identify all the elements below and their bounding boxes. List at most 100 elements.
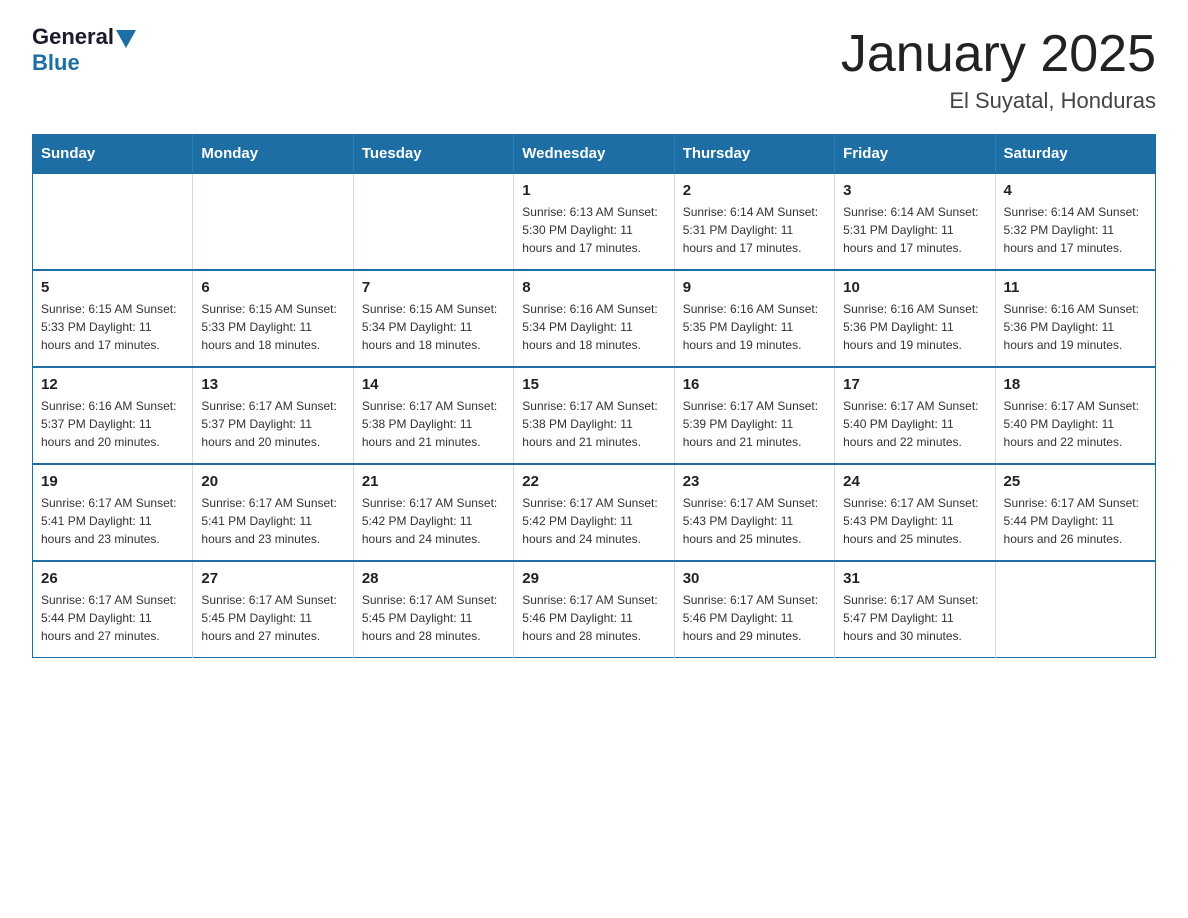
day-number: 18 xyxy=(1004,376,1147,393)
calendar-cell xyxy=(995,561,1155,658)
header-saturday: Saturday xyxy=(995,135,1155,174)
calendar-cell: 24 Sunrise: 6:17 AM Sunset: 5:43 PM Dayli… xyxy=(835,464,995,561)
day-info: Sunrise: 6:17 AM Sunset: 5:44 PM Dayligh… xyxy=(1004,494,1147,548)
calendar-cell: 18 Sunrise: 6:17 AM Sunset: 5:40 PM Dayli… xyxy=(995,367,1155,464)
day-info: Sunrise: 6:17 AM Sunset: 5:44 PM Dayligh… xyxy=(41,591,184,645)
day-info: Sunrise: 6:17 AM Sunset: 5:47 PM Dayligh… xyxy=(843,591,986,645)
calendar-cell: 5 Sunrise: 6:15 AM Sunset: 5:33 PM Daylig… xyxy=(33,270,193,367)
calendar-cell: 21Sunrise: 6:17 AM Sunset: 5:42 PM Dayli… xyxy=(353,464,513,561)
day-info: Sunrise: 6:17 AM Sunset: 5:39 PM Dayligh… xyxy=(683,397,826,451)
day-number: 17 xyxy=(843,376,986,393)
day-number: 30 xyxy=(683,570,826,587)
calendar-header-row: SundayMondayTuesdayWednesdayThursdayFrid… xyxy=(33,135,1156,174)
calendar-cell: 22 Sunrise: 6:17 AM Sunset: 5:42 PM Dayli… xyxy=(514,464,674,561)
calendar-week-4: 19Sunrise: 6:17 AM Sunset: 5:41 PM Dayli… xyxy=(33,464,1156,561)
day-number: 2 xyxy=(683,182,826,199)
day-number: 23 xyxy=(683,473,826,490)
calendar-cell: 31 Sunrise: 6:17 AM Sunset: 5:47 PM Dayli… xyxy=(835,561,995,658)
day-number: 29 xyxy=(522,570,665,587)
day-number: 31 xyxy=(843,570,986,587)
calendar-cell: 17 Sunrise: 6:17 AM Sunset: 5:40 PM Dayli… xyxy=(835,367,995,464)
day-number: 16 xyxy=(683,376,826,393)
logo-general-text: General xyxy=(32,24,114,50)
day-info: Sunrise: 6:17 AM Sunset: 5:41 PM Dayligh… xyxy=(201,494,344,548)
calendar-cell: 26 Sunrise: 6:17 AM Sunset: 5:44 PM Dayli… xyxy=(33,561,193,658)
calendar-cell: 25Sunrise: 6:17 AM Sunset: 5:44 PM Dayli… xyxy=(995,464,1155,561)
day-number: 7 xyxy=(362,279,505,296)
day-number: 11 xyxy=(1004,279,1147,296)
calendar-cell: 20 Sunrise: 6:17 AM Sunset: 5:41 PM Dayli… xyxy=(193,464,353,561)
header-sunday: Sunday xyxy=(33,135,193,174)
day-info: Sunrise: 6:16 AM Sunset: 5:36 PM Dayligh… xyxy=(1004,300,1147,354)
day-info: Sunrise: 6:17 AM Sunset: 5:38 PM Dayligh… xyxy=(362,397,505,451)
day-info: Sunrise: 6:17 AM Sunset: 5:40 PM Dayligh… xyxy=(843,397,986,451)
day-number: 20 xyxy=(201,473,344,490)
day-info: Sunrise: 6:16 AM Sunset: 5:34 PM Dayligh… xyxy=(522,300,665,354)
calendar-cell: 4Sunrise: 6:14 AM Sunset: 5:32 PM Daylig… xyxy=(995,173,1155,270)
calendar-cell xyxy=(353,173,513,270)
day-info: Sunrise: 6:17 AM Sunset: 5:43 PM Dayligh… xyxy=(843,494,986,548)
calendar-cell: 14 Sunrise: 6:17 AM Sunset: 5:38 PM Dayli… xyxy=(353,367,513,464)
day-number: 6 xyxy=(201,279,344,296)
page-subtitle: El Suyatal, Honduras xyxy=(841,88,1156,114)
calendar-cell: 29 Sunrise: 6:17 AM Sunset: 5:46 PM Dayli… xyxy=(514,561,674,658)
day-number: 24 xyxy=(843,473,986,490)
day-number: 21 xyxy=(362,473,505,490)
calendar-cell xyxy=(193,173,353,270)
calendar-table: SundayMondayTuesdayWednesdayThursdayFrid… xyxy=(32,134,1156,658)
day-number: 22 xyxy=(522,473,665,490)
day-info: Sunrise: 6:17 AM Sunset: 5:41 PM Dayligh… xyxy=(41,494,184,548)
calendar-cell: 8 Sunrise: 6:16 AM Sunset: 5:34 PM Daylig… xyxy=(514,270,674,367)
calendar-cell: 10 Sunrise: 6:16 AM Sunset: 5:36 PM Dayli… xyxy=(835,270,995,367)
day-info: Sunrise: 6:17 AM Sunset: 5:46 PM Dayligh… xyxy=(522,591,665,645)
day-number: 5 xyxy=(41,279,184,296)
day-info: Sunrise: 6:17 AM Sunset: 5:43 PM Dayligh… xyxy=(683,494,826,548)
day-info: Sunrise: 6:17 AM Sunset: 5:38 PM Dayligh… xyxy=(522,397,665,451)
calendar-cell xyxy=(33,173,193,270)
day-number: 28 xyxy=(362,570,505,587)
calendar-cell: 2Sunrise: 6:14 AM Sunset: 5:31 PM Daylig… xyxy=(674,173,834,270)
header-thursday: Thursday xyxy=(674,135,834,174)
calendar-cell: 19Sunrise: 6:17 AM Sunset: 5:41 PM Dayli… xyxy=(33,464,193,561)
page-title: January 2025 xyxy=(841,24,1156,84)
calendar-cell: 23 Sunrise: 6:17 AM Sunset: 5:43 PM Dayli… xyxy=(674,464,834,561)
logo-blue-text: Blue xyxy=(32,50,80,76)
calendar-cell: 9 Sunrise: 6:16 AM Sunset: 5:35 PM Daylig… xyxy=(674,270,834,367)
calendar-cell: 28 Sunrise: 6:17 AM Sunset: 5:45 PM Dayli… xyxy=(353,561,513,658)
calendar-cell: 3Sunrise: 6:14 AM Sunset: 5:31 PM Daylig… xyxy=(835,173,995,270)
calendar-cell: 7Sunrise: 6:15 AM Sunset: 5:34 PM Daylig… xyxy=(353,270,513,367)
day-number: 26 xyxy=(41,570,184,587)
day-info: Sunrise: 6:15 AM Sunset: 5:33 PM Dayligh… xyxy=(41,300,184,354)
calendar-week-3: 12Sunrise: 6:16 AM Sunset: 5:37 PM Dayli… xyxy=(33,367,1156,464)
calendar-cell: 16 Sunrise: 6:17 AM Sunset: 5:39 PM Dayli… xyxy=(674,367,834,464)
day-info: Sunrise: 6:15 AM Sunset: 5:33 PM Dayligh… xyxy=(201,300,344,354)
day-number: 14 xyxy=(362,376,505,393)
day-info: Sunrise: 6:14 AM Sunset: 5:31 PM Dayligh… xyxy=(843,203,986,257)
day-number: 12 xyxy=(41,376,184,393)
title-block: January 2025 El Suyatal, Honduras xyxy=(841,24,1156,114)
calendar-cell: 15Sunrise: 6:17 AM Sunset: 5:38 PM Dayli… xyxy=(514,367,674,464)
header-wednesday: Wednesday xyxy=(514,135,674,174)
calendar-cell: 12Sunrise: 6:16 AM Sunset: 5:37 PM Dayli… xyxy=(33,367,193,464)
day-info: Sunrise: 6:17 AM Sunset: 5:45 PM Dayligh… xyxy=(362,591,505,645)
logo-arrow-icon xyxy=(116,30,136,48)
day-info: Sunrise: 6:17 AM Sunset: 5:46 PM Dayligh… xyxy=(683,591,826,645)
day-info: Sunrise: 6:17 AM Sunset: 5:45 PM Dayligh… xyxy=(201,591,344,645)
calendar-cell: 1 Sunrise: 6:13 AM Sunset: 5:30 PM Daylig… xyxy=(514,173,674,270)
day-number: 10 xyxy=(843,279,986,296)
calendar-cell: 11 Sunrise: 6:16 AM Sunset: 5:36 PM Dayli… xyxy=(995,270,1155,367)
calendar-cell: 30 Sunrise: 6:17 AM Sunset: 5:46 PM Dayli… xyxy=(674,561,834,658)
day-number: 1 xyxy=(522,182,665,199)
day-info: Sunrise: 6:17 AM Sunset: 5:40 PM Dayligh… xyxy=(1004,397,1147,451)
day-info: Sunrise: 6:13 AM Sunset: 5:30 PM Dayligh… xyxy=(522,203,665,257)
header-tuesday: Tuesday xyxy=(353,135,513,174)
page-header: General Blue January 2025 El Suyatal, Ho… xyxy=(32,24,1156,114)
calendar-cell: 13Sunrise: 6:17 AM Sunset: 5:37 PM Dayli… xyxy=(193,367,353,464)
header-monday: Monday xyxy=(193,135,353,174)
day-number: 8 xyxy=(522,279,665,296)
logo: General Blue xyxy=(32,24,138,76)
day-info: Sunrise: 6:16 AM Sunset: 5:35 PM Dayligh… xyxy=(683,300,826,354)
day-info: Sunrise: 6:17 AM Sunset: 5:42 PM Dayligh… xyxy=(522,494,665,548)
day-info: Sunrise: 6:16 AM Sunset: 5:36 PM Dayligh… xyxy=(843,300,986,354)
day-number: 9 xyxy=(683,279,826,296)
